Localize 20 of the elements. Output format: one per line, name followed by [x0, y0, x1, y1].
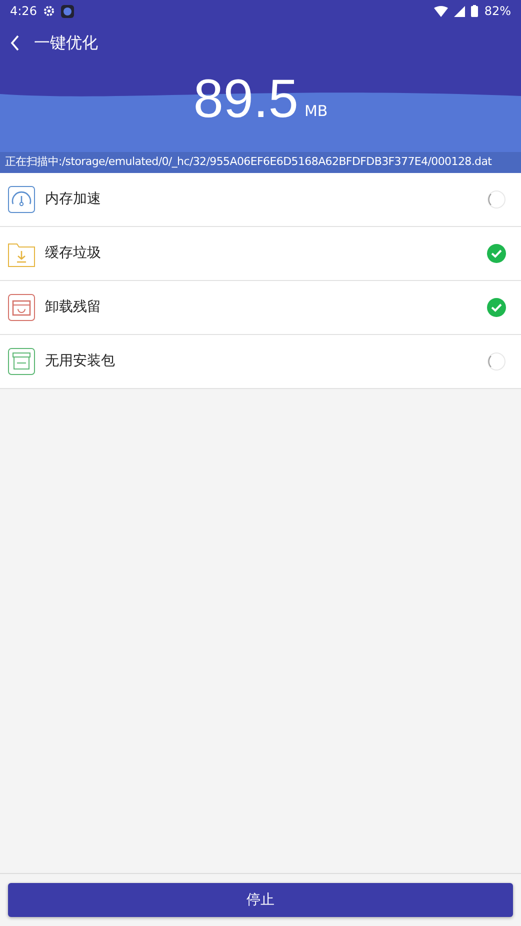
app-icon [60, 4, 74, 18]
scan-size: 89.5 [193, 72, 298, 126]
package-icon [8, 348, 35, 375]
stop-button[interactable]: 停止 [8, 883, 513, 917]
settings-icon [42, 5, 55, 17]
page-title: 一键优化 [34, 32, 98, 54]
battery-icon [471, 5, 478, 17]
wifi-icon [434, 6, 448, 16]
signal-icon [454, 6, 466, 16]
box-icon [8, 294, 35, 321]
back-icon[interactable] [10, 35, 20, 51]
scan-path-text: 正在扫描中:/storage/emulated/0/_hc/32/955A06EF6E6D5168A62BFDFDB3F377E4/000128.dat [0, 152, 521, 173]
item-label: 缓存垃圾 [45, 244, 102, 263]
item-label: 内存加速 [45, 190, 102, 209]
status-time: 4:26 [10, 3, 37, 20]
speedometer-icon [8, 186, 35, 213]
item-label: 无用安装包 [45, 352, 116, 371]
item-label: 卸载残留 [45, 298, 102, 317]
battery-percent: 82% [484, 3, 511, 20]
size-unit: MB [304, 100, 328, 122]
